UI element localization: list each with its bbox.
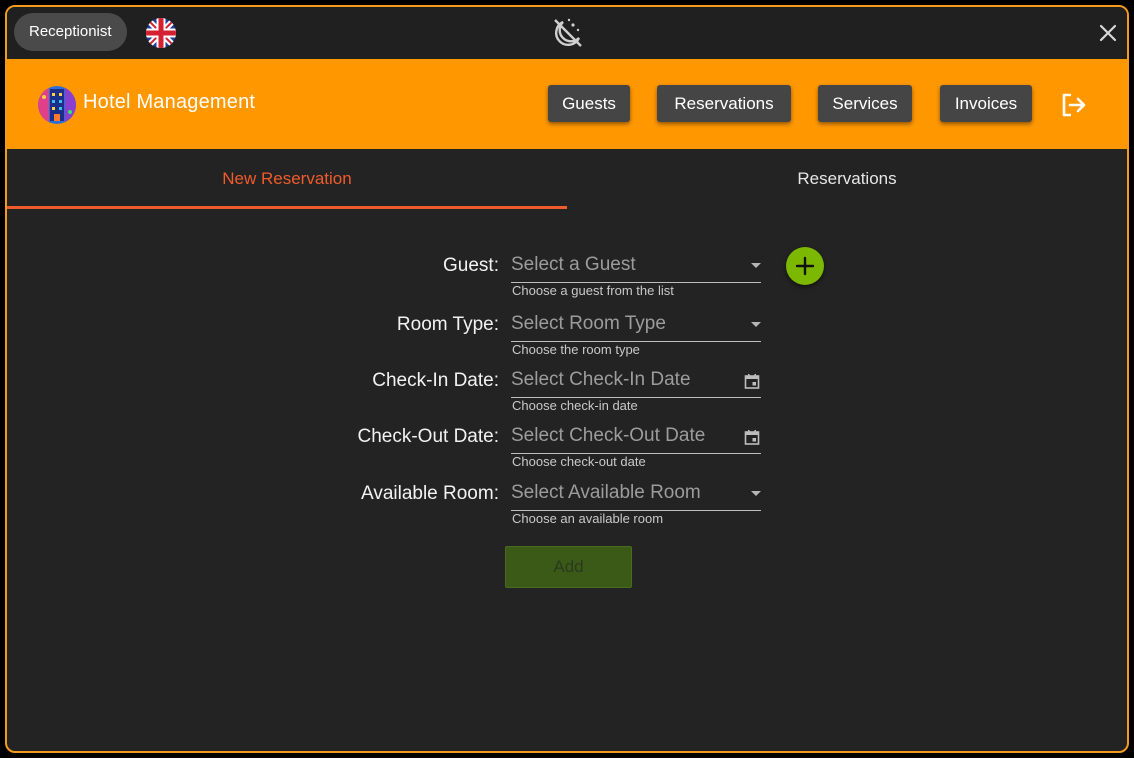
check-out-placeholder: Select Check-Out Date (511, 425, 706, 446)
available-room-select[interactable]: Select Available Room (511, 478, 761, 511)
room-type-placeholder: Select Room Type (511, 313, 666, 334)
app-title: Hotel Management (83, 91, 256, 113)
available-room-hint: Choose an available room (512, 511, 664, 526)
tab-bar: New Reservation Reservations (7, 149, 1127, 209)
room-type-select[interactable]: Select Room Type (511, 309, 761, 342)
nav-guests-button[interactable]: Guests (548, 85, 630, 122)
guest-hint: Choose a guest from the list (512, 283, 674, 298)
nav-services-button[interactable]: Services (818, 85, 912, 122)
check-out-label: Check-Out Date: (357, 426, 500, 447)
hotel-logo-icon (38, 86, 76, 124)
logout-icon[interactable] (1059, 90, 1089, 120)
uk-flag-icon[interactable] (146, 18, 176, 48)
tab-reservations[interactable]: Reservations (567, 149, 1127, 209)
guest-label: Guest: (443, 255, 499, 276)
chevron-down-icon (751, 263, 761, 268)
tab-new-reservation[interactable]: New Reservation (7, 149, 567, 209)
active-tab-indicator (7, 206, 567, 209)
check-in-placeholder: Select Check-In Date (511, 369, 691, 390)
nav-reservations-button[interactable]: Reservations (657, 85, 791, 122)
available-room-label: Available Room: (360, 483, 499, 504)
add-guest-button[interactable] (786, 247, 824, 285)
available-room-placeholder: Select Available Room (511, 482, 701, 503)
check-out-date-field[interactable]: Select Check-Out Date (511, 421, 761, 454)
app-window: Receptionist Hotel Management Guests Res… (5, 5, 1129, 753)
add-reservation-button[interactable]: Add (505, 546, 632, 588)
guest-placeholder: Select a Guest (511, 254, 636, 275)
room-type-label: Room Type: (396, 314, 499, 335)
calendar-icon[interactable] (744, 373, 760, 389)
chevron-down-icon (751, 322, 761, 327)
role-chip[interactable]: Receptionist (14, 13, 127, 51)
check-out-hint: Choose check-out date (512, 454, 646, 469)
guest-select[interactable]: Select a Guest (511, 250, 761, 283)
nav-invoices-button[interactable]: Invoices (940, 85, 1032, 122)
room-type-hint: Choose the room type (512, 342, 640, 357)
title-bar: Receptionist (7, 7, 1127, 59)
check-in-hint: Choose check-in date (512, 398, 638, 413)
plus-icon (795, 256, 815, 276)
calendar-icon[interactable] (744, 429, 760, 445)
theme-toggle-icon[interactable] (551, 16, 585, 50)
app-header: Hotel Management Guests Reservations Ser… (7, 59, 1127, 149)
check-in-label: Check-In Date: (372, 370, 499, 391)
chevron-down-icon (751, 491, 761, 496)
check-in-date-field[interactable]: Select Check-In Date (511, 365, 761, 398)
close-icon[interactable] (1097, 22, 1119, 44)
